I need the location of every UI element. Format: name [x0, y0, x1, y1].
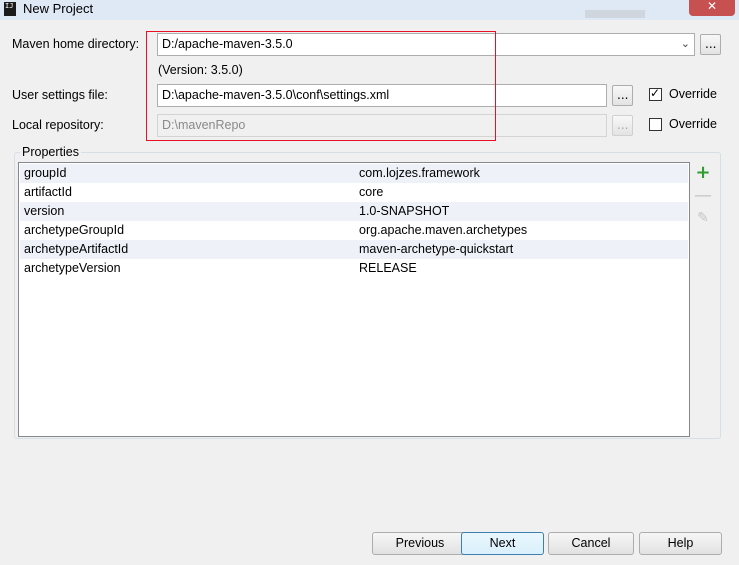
property-key: archetypeGroupId	[24, 223, 125, 237]
property-value: RELEASE	[359, 261, 417, 275]
user-settings-override-label: Override	[669, 87, 717, 101]
local-repo-browse-button: ...	[612, 115, 633, 136]
local-repo-input: D:\mavenRepo	[157, 114, 607, 137]
close-button[interactable]: ✕	[689, 0, 735, 16]
properties-table[interactable]: groupId com.lojzes.framework artifactId …	[18, 162, 690, 437]
check-icon: ✓	[650, 86, 661, 100]
window-title: New Project	[23, 1, 94, 16]
property-key: groupId	[24, 166, 67, 180]
maven-version-text: (Version: 3.5.0)	[158, 63, 243, 77]
property-key: archetypeVersion	[24, 261, 121, 275]
cancel-button[interactable]: Cancel	[548, 532, 634, 555]
table-row[interactable]: version 1.0-SNAPSHOT	[20, 202, 688, 221]
table-row[interactable]: groupId com.lojzes.framework	[20, 164, 688, 183]
user-settings-browse-button[interactable]: ...	[612, 85, 633, 106]
table-row[interactable]: archetypeArtifactId maven-archetype-quic…	[20, 240, 688, 259]
user-settings-value: D:\apache-maven-3.5.0\conf\settings.xml	[162, 88, 390, 102]
table-row[interactable]: artifactId core	[20, 183, 688, 202]
local-repo-label: Local repository:	[12, 118, 104, 132]
user-settings-input[interactable]: D:\apache-maven-3.5.0\conf\settings.xml	[157, 84, 607, 107]
property-key: version	[24, 204, 65, 218]
remove-property-icon[interactable]: —	[692, 186, 714, 206]
property-value: core	[359, 185, 384, 199]
table-row[interactable]: archetypeGroupId org.apache.maven.archet…	[20, 221, 688, 240]
property-value: 1.0-SNAPSHOT	[359, 204, 450, 218]
next-button[interactable]: Next	[461, 532, 544, 555]
user-settings-label: User settings file:	[12, 88, 108, 102]
title-bar-decoration	[585, 10, 645, 18]
add-property-icon[interactable]: +	[692, 163, 714, 183]
maven-home-value: D:/apache-maven-3.5.0	[162, 37, 293, 51]
local-repo-override-checkbox[interactable]	[649, 118, 662, 131]
maven-home-combobox[interactable]: D:/apache-maven-3.5.0 ⌄	[157, 33, 695, 56]
property-value: com.lojzes.framework	[359, 166, 480, 180]
property-value: org.apache.maven.archetypes	[359, 223, 528, 237]
user-settings-override-checkbox[interactable]: ✓	[649, 86, 662, 101]
property-key: archetypeArtifactId	[24, 242, 129, 256]
property-value: maven-archetype-quickstart	[359, 242, 514, 256]
intellij-app-icon	[4, 2, 16, 16]
local-repo-value: D:\mavenRepo	[162, 118, 246, 132]
table-row[interactable]: archetypeVersion RELEASE	[20, 259, 688, 278]
property-key: artifactId	[24, 185, 72, 199]
properties-title: Properties	[20, 145, 81, 159]
chevron-down-icon[interactable]: ⌄	[681, 37, 690, 50]
maven-home-browse-button[interactable]: ...	[700, 34, 721, 55]
previous-button[interactable]: Previous	[372, 532, 468, 555]
title-bar: New Project ✕	[0, 0, 739, 20]
maven-home-label: Maven home directory:	[12, 37, 140, 51]
edit-property-icon[interactable]: ✎	[692, 208, 714, 228]
local-repo-override-label: Override	[669, 117, 717, 131]
close-icon: ✕	[707, 0, 718, 13]
help-button[interactable]: Help	[639, 532, 722, 555]
